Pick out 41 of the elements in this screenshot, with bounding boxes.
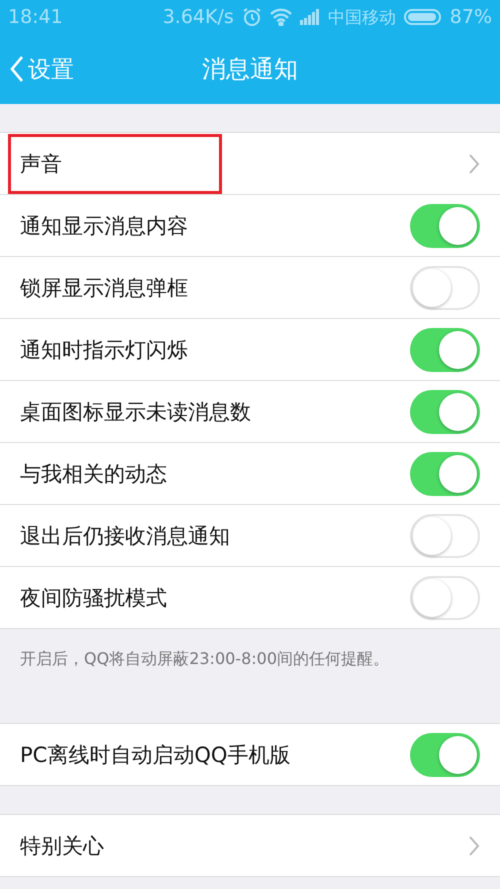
toggle-switch[interactable]	[410, 732, 480, 776]
carrier-name: 中国移动	[328, 6, 396, 28]
toggle-switch[interactable]	[410, 514, 480, 558]
setting-row[interactable]: 通知显示消息内容	[0, 195, 500, 257]
toggle-switch[interactable]	[410, 328, 480, 372]
battery-percent: 87%	[450, 6, 492, 28]
setting-row[interactable]: 退出后仍接收消息通知	[0, 505, 500, 567]
setting-label: 夜间防骚扰模式	[20, 584, 168, 612]
chevron-right-icon	[468, 152, 480, 174]
toggle-switch[interactable]	[410, 452, 480, 496]
setting-row[interactable]: 声音	[0, 133, 500, 195]
toggle-switch[interactable]	[410, 204, 480, 248]
signal-icon	[300, 9, 320, 25]
setting-row[interactable]: 通知时指示灯闪烁	[0, 319, 500, 381]
setting-row[interactable]: 与我相关的动态	[0, 443, 500, 505]
setting-label: 桌面图标显示未读消息数	[20, 398, 252, 426]
setting-label: 与我相关的动态	[20, 460, 168, 488]
toggle-switch[interactable]	[410, 390, 480, 434]
toggle-switch[interactable]	[410, 266, 480, 310]
setting-row[interactable]: 特别关心	[0, 815, 500, 877]
setting-label: 特别关心	[20, 832, 105, 860]
setting-row[interactable]: 锁屏显示消息弹框	[0, 257, 500, 319]
wifi-icon	[270, 8, 292, 26]
setting-label: 通知时指示灯闪烁	[20, 336, 189, 364]
setting-label: 通知显示消息内容	[20, 212, 189, 240]
setting-row[interactable]: 夜间防骚扰模式	[0, 567, 500, 629]
page-title: 消息通知	[202, 54, 298, 85]
setting-label: 退出后仍接收消息通知	[20, 522, 231, 550]
setting-label: 声音	[20, 150, 63, 178]
chevron-right-icon	[468, 834, 480, 856]
alarm-clock-icon	[242, 7, 262, 27]
setting-row[interactable]: PC离线时自动启动QQ手机版	[0, 724, 500, 786]
toggle-switch[interactable]	[410, 576, 480, 620]
note-text: 开启后，QQ将自动屏蔽23:00-8:00间的任何提醒。	[19, 648, 390, 670]
setting-label: 锁屏显示消息弹框	[20, 274, 189, 302]
back-chevron-icon	[10, 55, 24, 83]
setting-row[interactable]: 桌面图标显示未读消息数	[0, 381, 500, 443]
network-speed: 3.64K/s	[162, 6, 234, 28]
setting-label: PC离线时自动启动QQ手机版	[20, 742, 292, 768]
status-time: 18:41	[8, 6, 63, 28]
battery-icon	[404, 9, 442, 25]
